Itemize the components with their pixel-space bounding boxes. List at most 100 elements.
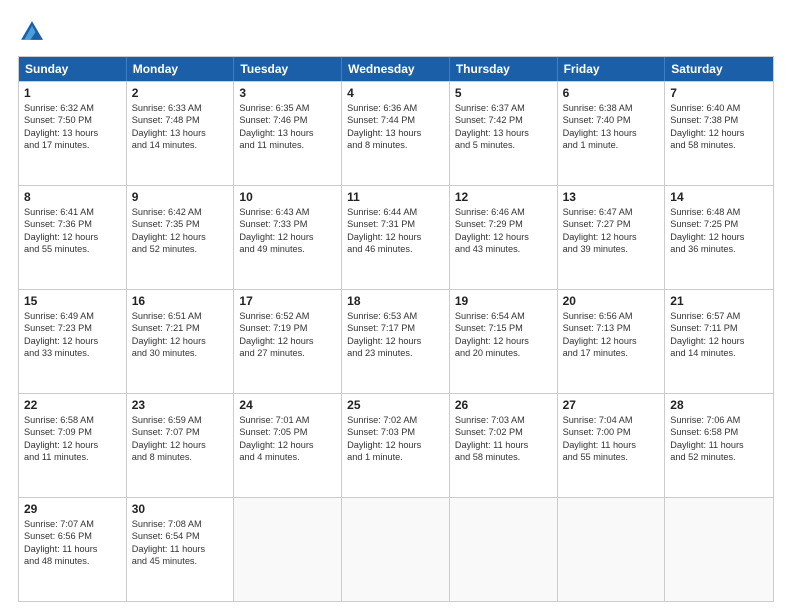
header-cell-tuesday: Tuesday [234,57,342,81]
day-cell-30: 30Sunrise: 7:08 AMSunset: 6:54 PMDayligh… [127,498,235,601]
day-number: 28 [670,398,768,412]
day-number: 5 [455,86,552,100]
cell-line-0: Sunrise: 6:51 AM [132,310,229,322]
cell-line-2: Daylight: 13 hours [347,127,444,139]
header-cell-saturday: Saturday [665,57,773,81]
day-cell-10: 10Sunrise: 6:43 AMSunset: 7:33 PMDayligh… [234,186,342,289]
page: SundayMondayTuesdayWednesdayThursdayFrid… [0,0,792,612]
day-number: 26 [455,398,552,412]
cell-line-0: Sunrise: 7:01 AM [239,414,336,426]
cell-line-3: and 58 minutes. [670,139,768,151]
header-cell-monday: Monday [127,57,235,81]
cell-line-0: Sunrise: 6:53 AM [347,310,444,322]
day-number: 11 [347,190,444,204]
cell-line-0: Sunrise: 6:41 AM [24,206,121,218]
cell-line-3: and 4 minutes. [239,451,336,463]
header-cell-friday: Friday [558,57,666,81]
cell-line-2: Daylight: 13 hours [563,127,660,139]
cell-line-3: and 48 minutes. [24,555,121,567]
empty-cell [665,498,773,601]
day-number: 27 [563,398,660,412]
day-number: 25 [347,398,444,412]
cell-line-2: Daylight: 12 hours [670,231,768,243]
day-cell-17: 17Sunrise: 6:52 AMSunset: 7:19 PMDayligh… [234,290,342,393]
day-number: 29 [24,502,121,516]
cell-line-2: Daylight: 12 hours [563,335,660,347]
cell-line-2: Daylight: 12 hours [24,439,121,451]
cell-line-1: Sunset: 7:50 PM [24,114,121,126]
cell-line-0: Sunrise: 6:48 AM [670,206,768,218]
cell-line-3: and 17 minutes. [563,347,660,359]
cell-line-2: Daylight: 12 hours [24,231,121,243]
cell-line-2: Daylight: 11 hours [24,543,121,555]
cell-line-2: Daylight: 12 hours [670,335,768,347]
cell-line-3: and 45 minutes. [132,555,229,567]
cell-line-2: Daylight: 11 hours [563,439,660,451]
cell-line-2: Daylight: 12 hours [239,439,336,451]
day-cell-13: 13Sunrise: 6:47 AMSunset: 7:27 PMDayligh… [558,186,666,289]
day-cell-12: 12Sunrise: 6:46 AMSunset: 7:29 PMDayligh… [450,186,558,289]
day-number: 19 [455,294,552,308]
cell-line-3: and 5 minutes. [455,139,552,151]
cell-line-0: Sunrise: 7:03 AM [455,414,552,426]
cell-line-2: Daylight: 12 hours [347,439,444,451]
day-number: 18 [347,294,444,308]
day-cell-23: 23Sunrise: 6:59 AMSunset: 7:07 PMDayligh… [127,394,235,497]
cell-line-3: and 11 minutes. [24,451,121,463]
cell-line-1: Sunset: 7:40 PM [563,114,660,126]
cell-line-0: Sunrise: 6:57 AM [670,310,768,322]
day-cell-2: 2Sunrise: 6:33 AMSunset: 7:48 PMDaylight… [127,82,235,185]
calendar-body: 1Sunrise: 6:32 AMSunset: 7:50 PMDaylight… [19,81,773,601]
cell-line-2: Daylight: 12 hours [132,335,229,347]
logo-icon [18,18,46,46]
cell-line-2: Daylight: 12 hours [670,127,768,139]
day-cell-14: 14Sunrise: 6:48 AMSunset: 7:25 PMDayligh… [665,186,773,289]
cell-line-1: Sunset: 7:42 PM [455,114,552,126]
day-number: 2 [132,86,229,100]
cell-line-0: Sunrise: 7:06 AM [670,414,768,426]
day-number: 12 [455,190,552,204]
day-cell-1: 1Sunrise: 6:32 AMSunset: 7:50 PMDaylight… [19,82,127,185]
cell-line-2: Daylight: 12 hours [455,335,552,347]
day-cell-9: 9Sunrise: 6:42 AMSunset: 7:35 PMDaylight… [127,186,235,289]
cell-line-0: Sunrise: 6:52 AM [239,310,336,322]
cell-line-3: and 36 minutes. [670,243,768,255]
cell-line-1: Sunset: 7:19 PM [239,322,336,334]
cell-line-3: and 55 minutes. [563,451,660,463]
cell-line-2: Daylight: 12 hours [347,335,444,347]
cell-line-3: and 17 minutes. [24,139,121,151]
cell-line-2: Daylight: 12 hours [455,231,552,243]
cell-line-1: Sunset: 7:03 PM [347,426,444,438]
cell-line-1: Sunset: 7:02 PM [455,426,552,438]
day-cell-5: 5Sunrise: 6:37 AMSunset: 7:42 PMDaylight… [450,82,558,185]
day-cell-19: 19Sunrise: 6:54 AMSunset: 7:15 PMDayligh… [450,290,558,393]
calendar: SundayMondayTuesdayWednesdayThursdayFrid… [18,56,774,602]
header-cell-sunday: Sunday [19,57,127,81]
cell-line-3: and 1 minute. [347,451,444,463]
cell-line-2: Daylight: 12 hours [132,439,229,451]
cell-line-3: and 1 minute. [563,139,660,151]
day-cell-28: 28Sunrise: 7:06 AMSunset: 6:58 PMDayligh… [665,394,773,497]
cell-line-1: Sunset: 6:58 PM [670,426,768,438]
cell-line-1: Sunset: 6:54 PM [132,530,229,542]
cell-line-3: and 11 minutes. [239,139,336,151]
day-number: 14 [670,190,768,204]
day-cell-6: 6Sunrise: 6:38 AMSunset: 7:40 PMDaylight… [558,82,666,185]
cell-line-3: and 58 minutes. [455,451,552,463]
day-cell-15: 15Sunrise: 6:49 AMSunset: 7:23 PMDayligh… [19,290,127,393]
cell-line-0: Sunrise: 7:08 AM [132,518,229,530]
day-number: 4 [347,86,444,100]
cell-line-2: Daylight: 12 hours [347,231,444,243]
cell-line-3: and 43 minutes. [455,243,552,255]
cell-line-0: Sunrise: 6:49 AM [24,310,121,322]
day-number: 24 [239,398,336,412]
cell-line-1: Sunset: 7:38 PM [670,114,768,126]
day-number: 21 [670,294,768,308]
cell-line-0: Sunrise: 6:59 AM [132,414,229,426]
empty-cell [234,498,342,601]
header [18,18,774,46]
calendar-week-2: 8Sunrise: 6:41 AMSunset: 7:36 PMDaylight… [19,185,773,289]
cell-line-2: Daylight: 12 hours [239,231,336,243]
cell-line-3: and 8 minutes. [132,451,229,463]
cell-line-1: Sunset: 7:48 PM [132,114,229,126]
